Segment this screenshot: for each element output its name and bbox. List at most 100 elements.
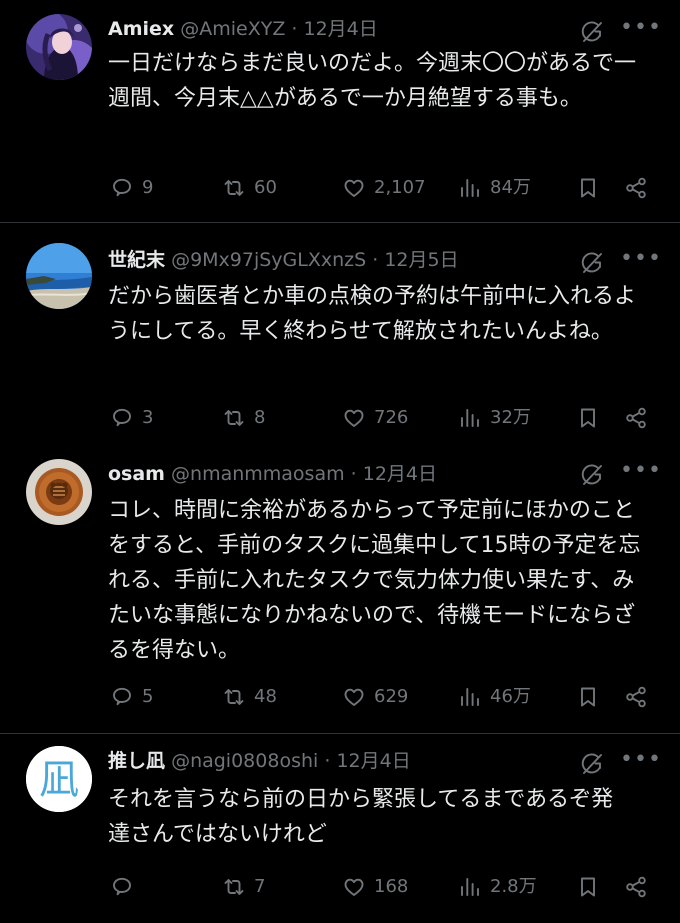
like-button[interactable]: 168 [342,869,408,905]
reply-count: 5 [142,686,154,707]
share-button[interactable] [624,400,648,436]
avatar[interactable] [26,459,92,525]
grok-icon[interactable] [578,750,606,778]
views-icon [458,406,482,430]
more-icon[interactable]: ••• [620,460,661,489]
share-button[interactable] [624,679,648,715]
reply-icon [110,875,134,899]
repost-button[interactable]: 48 [222,679,277,715]
reply-button[interactable]: 9 [110,170,153,206]
repost-icon [222,875,246,899]
tweet[interactable]: osam @nmanmmaosam · 12月4日 ••• コレ、時間に余裕があ… [0,451,680,734]
reply-icon [110,176,134,200]
post-date[interactable]: 12月5日 [384,249,458,271]
reply-button[interactable]: 5 [110,679,153,715]
share-icon [624,685,648,709]
repost-icon [222,406,246,430]
bookmark-icon [576,875,600,899]
share-button[interactable] [624,170,648,206]
like-button[interactable]: 629 [342,679,408,715]
like-count: 629 [374,686,409,707]
tweet-text: それを言うなら前の日から緊張してるまであるぞ発達さんではないけれど [108,787,614,847]
share-icon [624,176,648,200]
separator-dot: · [350,463,357,485]
repost-button[interactable]: 60 [222,170,277,206]
repost-count: 48 [254,686,277,707]
separator-dot: · [324,750,331,772]
repost-button[interactable]: 8 [222,400,265,436]
heart-icon [342,685,366,709]
share-button[interactable] [624,869,648,905]
tweet-text: コレ、時間に余裕があるからって予定前にほかのことをすると、手前のタスクに過集中し… [108,498,641,663]
tweet-header: Amiex @AmieXYZ · 12月4日 [108,14,578,44]
post-date[interactable]: 12月4日 [363,463,437,485]
tweet-header: osam @nmanmmaosam · 12月4日 [108,459,578,489]
avatar[interactable] [26,243,92,309]
avatar-text: 凪 [39,757,79,803]
display-name[interactable]: 推し凪 [108,750,165,772]
bookmark-button[interactable] [576,869,600,905]
repost-count: 7 [254,876,266,897]
reply-button[interactable] [110,869,142,905]
view-count: 2.8万 [490,876,537,897]
tweet[interactable]: 世紀末 @9Mx97jSyGLXxnzS · 12月5日 ••• だから歯医者と… [0,223,680,451]
tweet-header: 推し凪 @nagi0808oshi · 12月4日 [108,746,578,776]
tweet-header: 世紀末 @9Mx97jSyGLXxnzS · 12月5日 [108,245,578,275]
tweet[interactable]: 凪 推し凪 @nagi0808oshi · 12月4日 ••• それを言うなら前… [0,734,680,923]
user-handle[interactable]: @9Mx97jSyGLXxnzS [171,249,366,271]
more-icon[interactable]: ••• [620,749,661,778]
user-handle[interactable]: @nmanmmaosam [171,463,345,485]
reply-button[interactable]: 3 [110,400,153,436]
avatar[interactable]: 凪 [26,746,92,812]
tweet-text: だから歯医者とか車の点検の予約は午前中に入れるようにしてる。早く終わらせて解放さ… [108,284,637,344]
reply-count: 9 [142,177,154,198]
share-icon [624,406,648,430]
action-bar: 3 8 726 32万 [0,400,680,436]
avatar-image [26,14,92,80]
separator-dot: · [372,249,379,271]
like-button[interactable]: 2,107 [342,170,426,206]
heart-icon [342,875,366,899]
like-count: 2,107 [374,177,426,198]
views-button[interactable]: 46万 [458,679,531,715]
separator-dot: · [291,18,298,40]
display-name[interactable]: osam [108,463,165,485]
view-count: 84万 [490,177,531,198]
user-handle[interactable]: @nagi0808oshi [171,750,318,772]
repost-count: 8 [254,407,266,428]
repost-button[interactable]: 7 [222,869,265,905]
tweet[interactable]: Amiex @AmieXYZ · 12月4日 ••• 一日だけならまだ良いのだよ… [0,0,680,223]
like-count: 726 [374,407,409,428]
bookmark-button[interactable] [576,400,600,436]
more-icon[interactable]: ••• [620,248,661,277]
action-bar: 5 48 629 46万 [0,679,680,715]
more-icon[interactable]: ••• [620,17,661,46]
post-date[interactable]: 12月4日 [336,750,410,772]
repost-count: 60 [254,177,277,198]
views-icon [458,685,482,709]
views-button[interactable]: 32万 [458,400,531,436]
grok-icon[interactable] [578,461,606,489]
bookmark-button[interactable] [576,679,600,715]
display-name[interactable]: Amiex [108,18,174,40]
heart-icon [342,406,366,430]
views-icon [458,176,482,200]
action-bar: 9 60 2,107 84万 [0,170,680,206]
bookmark-icon [576,176,600,200]
bookmark-button[interactable] [576,170,600,206]
post-date[interactable]: 12月4日 [303,18,377,40]
user-handle[interactable]: @AmieXYZ [180,18,285,40]
views-button[interactable]: 84万 [458,170,531,206]
repost-icon [222,176,246,200]
views-icon [458,875,482,899]
grok-icon[interactable] [578,18,606,46]
views-button[interactable]: 2.8万 [458,869,537,905]
like-button[interactable]: 726 [342,400,408,436]
display-name[interactable]: 世紀末 [108,249,165,271]
avatar-image [26,243,92,309]
grok-icon[interactable] [578,249,606,277]
bookmark-icon [576,685,600,709]
reply-count: 3 [142,407,154,428]
bookmark-icon [576,406,600,430]
avatar[interactable] [26,14,92,80]
